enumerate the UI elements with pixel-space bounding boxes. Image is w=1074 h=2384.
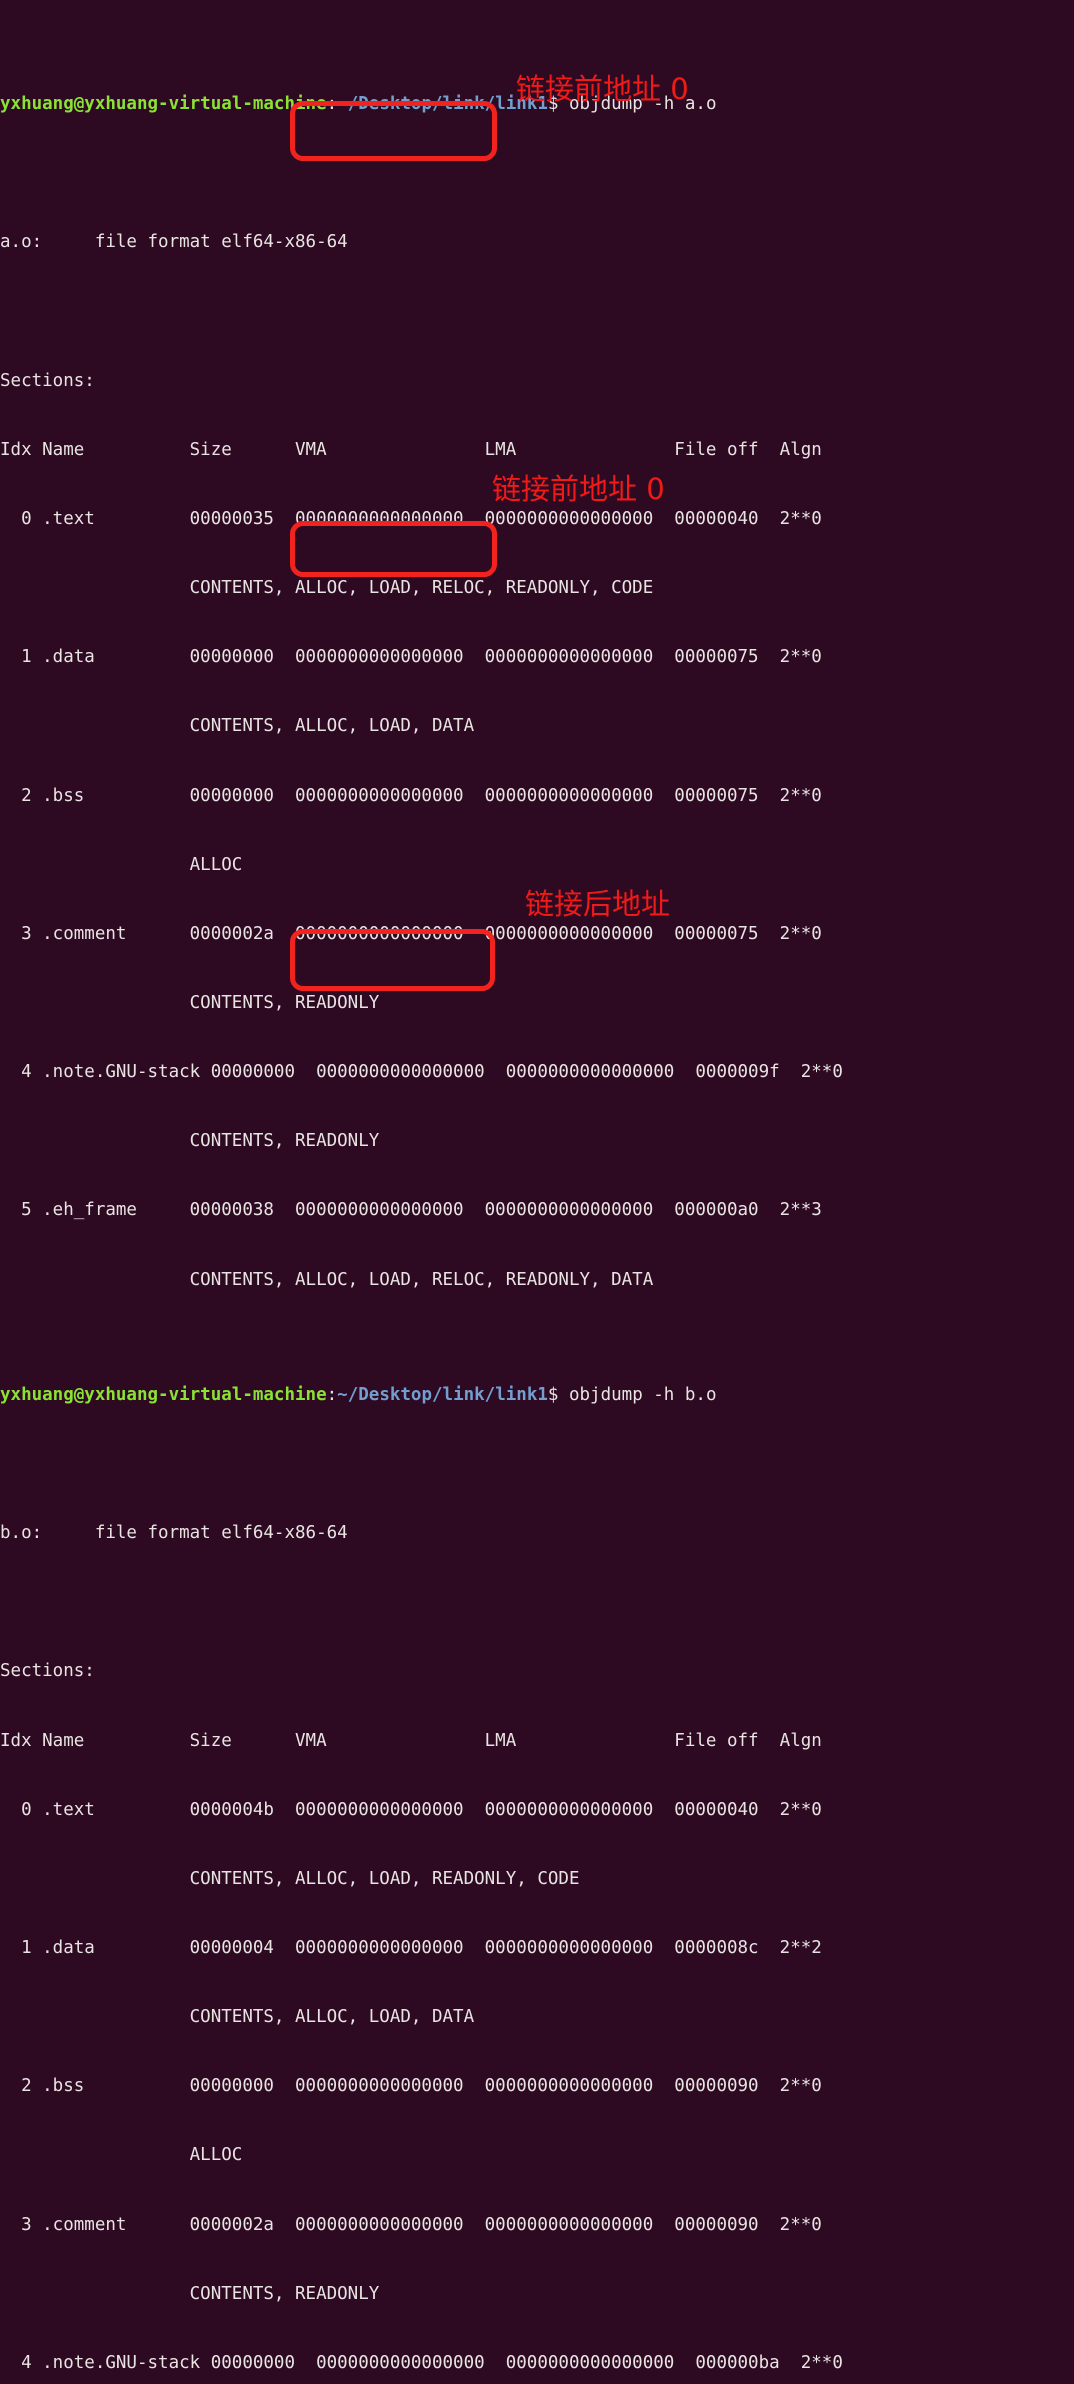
file-format-b: b.o: file format elf64-x86-64 — [0, 1523, 348, 1544]
prompt-separator: : — [326, 1384, 338, 1405]
table-row-flags: ALLOC — [0, 2145, 243, 2166]
table-row-flags: CONTENTS, ALLOC, LOAD, DATA — [0, 716, 475, 737]
prompt-separator: : — [326, 94, 338, 115]
annotation-after-link: 链接后地址 — [525, 887, 671, 921]
prompt-user-host: yxhuang@yxhuang-virtual-machine — [0, 94, 327, 115]
table-row: 0 .text 0000004b 0000000000000000 000000… — [0, 1799, 822, 1820]
table-row: 3 .comment 0000002a 0000000000000000 000… — [0, 923, 822, 944]
table-row-flags: CONTENTS, ALLOC, LOAD, RELOC, READONLY, … — [0, 578, 654, 599]
table-row: 0 .text 00000035 0000000000000000 000000… — [0, 509, 822, 530]
table-row: 2 .bss 00000000 0000000000000000 0000000… — [0, 2076, 822, 2097]
table-row: 5 .eh_frame 00000038 0000000000000000 00… — [0, 1200, 822, 1221]
table-row-flags: CONTENTS, ALLOC, LOAD, DATA — [0, 2007, 475, 2028]
prompt-path: ~/Desktop/link/link1 — [337, 1384, 548, 1405]
table-row-flags: CONTENTS, ALLOC, LOAD, READONLY, CODE — [0, 1868, 580, 1889]
table-row: 1 .data 00000000 0000000000000000 000000… — [0, 647, 822, 668]
sections-label-b: Sections: — [0, 1661, 95, 1682]
table-row: 1 .data 00000004 0000000000000000 000000… — [0, 1937, 822, 1958]
command-objdump-b: objdump -h b.o — [558, 1384, 717, 1405]
file-format-a: a.o: file format elf64-x86-64 — [0, 232, 348, 253]
table-row: 3 .comment 0000002a 0000000000000000 000… — [0, 2214, 822, 2235]
annotation-before-link-1: 链接前地址 0 — [516, 72, 689, 106]
table-row: 4 .note.GNU-stack 00000000 0000000000000… — [0, 1062, 843, 1083]
table-row-flags: CONTENTS, READONLY — [0, 2283, 380, 2304]
terminal-window[interactable]: yxhuang@yxhuang-virtual-machine:~/Deskto… — [0, 0, 1074, 2373]
table-row: 4 .note.GNU-stack 00000000 0000000000000… — [0, 2352, 843, 2373]
table-row: 2 .bss 00000000 0000000000000000 0000000… — [0, 785, 822, 806]
table-header-b: Idx Name Size VMA LMA File off Algn — [0, 1730, 822, 1751]
table-row-flags: ALLOC — [0, 854, 243, 875]
table-header-a: Idx Name Size VMA LMA File off Algn — [0, 439, 822, 460]
sections-label-a: Sections: — [0, 370, 95, 391]
prompt-dollar: $ — [547, 1384, 559, 1405]
table-row-flags: CONTENTS, READONLY — [0, 1131, 380, 1152]
table-row-flags: CONTENTS, ALLOC, LOAD, RELOC, READONLY, … — [0, 1269, 654, 1290]
annotation-before-link-2: 链接前地址 0 — [492, 472, 665, 506]
prompt-line-2: yxhuang@yxhuang-virtual-machine:~/Deskto… — [0, 1384, 1074, 1407]
prompt-user-host: yxhuang@yxhuang-virtual-machine — [0, 1384, 327, 1405]
table-row-flags: CONTENTS, READONLY — [0, 993, 380, 1014]
terminal-screen: yxhuang@yxhuang-virtual-machine:~/Deskto… — [0, 0, 1074, 2384]
